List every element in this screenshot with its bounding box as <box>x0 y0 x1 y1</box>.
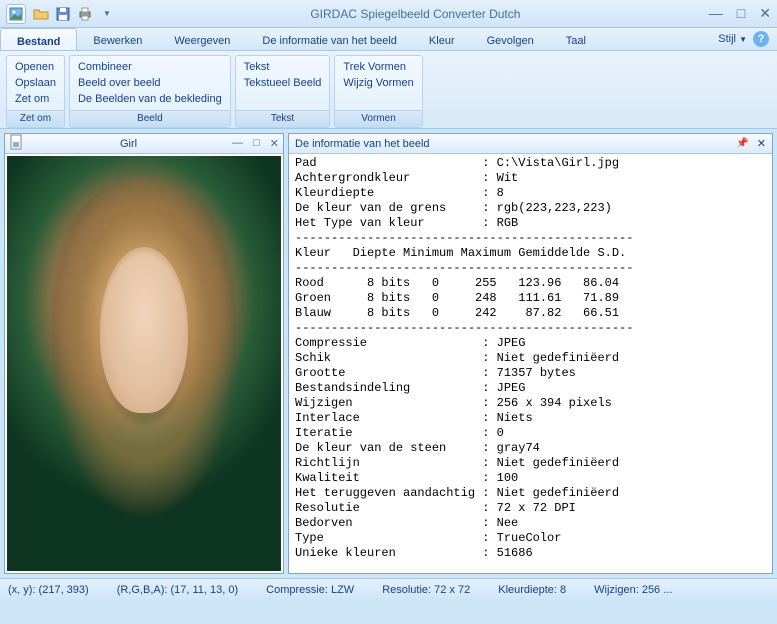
document-window: Girl — □ ✕ <box>4 133 284 574</box>
doc-minimize-button[interactable]: — <box>232 137 243 150</box>
group-label: Beeld <box>70 110 230 127</box>
maximize-button[interactable]: □ <box>737 5 745 22</box>
status-compression: Compressie: LZW <box>266 584 354 596</box>
status-xy: (x, y): (217, 393) <box>8 584 89 596</box>
document-title: Girl <box>25 138 232 150</box>
tab-kleur[interactable]: Kleur <box>413 28 471 50</box>
close-button[interactable]: ✕ <box>759 5 771 22</box>
doc-icon <box>9 134 25 153</box>
titlebar: ▼ GIRDAC Spiegelbeeld Converter Dutch — … <box>0 0 777 28</box>
window-title: GIRDAC Spiegelbeeld Converter Dutch <box>122 7 709 21</box>
tab-info[interactable]: De informatie van het beeld <box>246 28 413 50</box>
group-zet-om: Openen Opslaan Zet om Zet om <box>6 55 65 128</box>
group-label: Tekst <box>236 110 330 127</box>
cmd-opslaan[interactable]: Opslaan <box>15 76 56 90</box>
group-vormen: Trek Vormen Wijzig Vormen _ Vormen <box>334 55 422 128</box>
cmd-openen[interactable]: Openen <box>15 60 56 74</box>
cmd-wijzig-vormen[interactable]: Wijzig Vormen <box>343 76 413 90</box>
panel-close-button[interactable]: ✕ <box>757 137 766 150</box>
info-panel-title: De informatie van het beeld <box>295 138 736 150</box>
cmd-combineer[interactable]: Combineer <box>78 60 222 74</box>
pin-icon[interactable]: 📌 <box>736 138 748 149</box>
tab-bestand[interactable]: Bestand <box>0 28 77 50</box>
status-depth: Kleurdiepte: 8 <box>498 584 566 596</box>
help-icon[interactable]: ? <box>753 31 769 47</box>
cmd-trek-vormen[interactable]: Trek Vormen <box>343 60 413 74</box>
tab-bewerken[interactable]: Bewerken <box>77 28 158 50</box>
doc-close-button[interactable]: ✕ <box>270 137 279 150</box>
quick-access-toolbar: ▼ <box>32 5 116 23</box>
open-icon[interactable] <box>32 5 50 23</box>
menubar: Bestand Bewerken Weergeven De informatie… <box>0 28 777 51</box>
info-text[interactable]: Pad : C:\Vista\Girl.jpg Achtergrondkleur… <box>289 154 772 573</box>
doc-maximize-button[interactable]: □ <box>253 137 260 150</box>
status-resolution: Resolutie: 72 x 72 <box>382 584 470 596</box>
save-icon[interactable] <box>54 5 72 23</box>
ribbon: Openen Opslaan Zet om Zet om Combineer B… <box>0 51 777 129</box>
app-icon[interactable] <box>6 4 26 24</box>
status-modify: Wijzigen: 256 ... <box>594 584 672 596</box>
cmd-beeld-over-beeld[interactable]: Beeld over beeld <box>78 76 222 90</box>
group-tekst: Tekst Tekstueel Beeld _ Tekst <box>235 55 331 128</box>
tab-gevolgen[interactable]: Gevolgen <box>471 28 550 50</box>
cmd-tekst[interactable]: Tekst <box>244 60 322 74</box>
cmd-zet-om[interactable]: Zet om <box>15 92 56 106</box>
group-label: Zet om <box>7 110 64 127</box>
tab-taal[interactable]: Taal <box>550 28 602 50</box>
qat-dropdown-icon[interactable]: ▼ <box>98 5 116 23</box>
document-body <box>5 154 283 573</box>
print-icon[interactable] <box>76 5 94 23</box>
group-label: Vormen <box>335 110 421 127</box>
status-rgba: (R,G,B,A): (17, 11, 13, 0) <box>117 584 238 596</box>
image-preview[interactable] <box>7 156 281 571</box>
cmd-tekstueel-beeld[interactable]: Tekstueel Beeld <box>244 76 322 90</box>
cmd-bekleding[interactable]: De Beelden van de bekleding <box>78 92 222 106</box>
document-titlebar[interactable]: Girl — □ ✕ <box>5 134 283 154</box>
workspace: Girl — □ ✕ De informatie van het beeld 📌… <box>0 129 777 578</box>
group-beeld: Combineer Beeld over beeld De Beelden va… <box>69 55 231 128</box>
tab-weergeven[interactable]: Weergeven <box>158 28 246 50</box>
statusbar: (x, y): (217, 393) (R,G,B,A): (17, 11, 1… <box>0 578 777 600</box>
info-panel: De informatie van het beeld 📌 ✕ Pad : C:… <box>288 133 773 574</box>
info-panel-titlebar[interactable]: De informatie van het beeld 📌 ✕ <box>289 134 772 154</box>
style-dropdown[interactable]: Stijl ▼ <box>718 33 747 45</box>
chevron-down-icon: ▼ <box>739 35 747 44</box>
minimize-button[interactable]: — <box>709 5 723 22</box>
